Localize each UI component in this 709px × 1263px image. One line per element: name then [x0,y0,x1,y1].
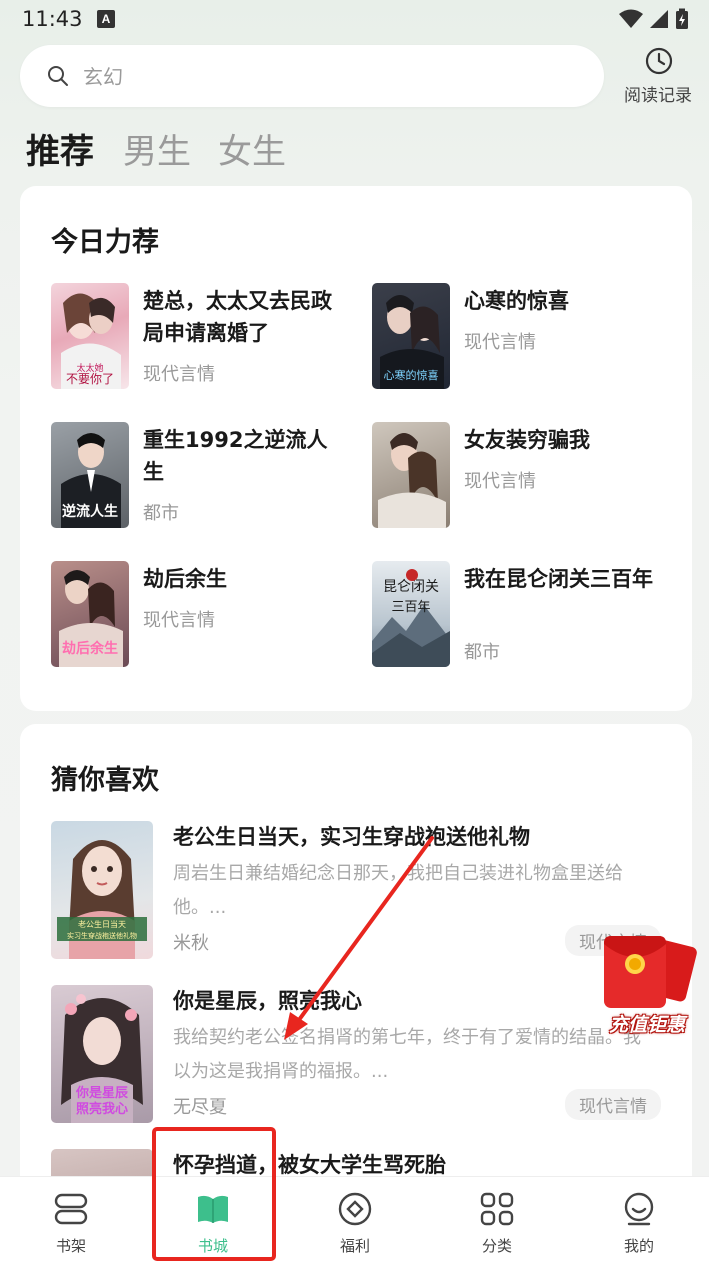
book-genre: 现代言情 [143,610,215,631]
book-cover: 老公生日当天实习生穿战袍送他礼物 [51,821,153,959]
book-cover: 昆仑闭关 三百年 [372,561,450,667]
book-title: 怀孕挡道，被女大学生骂死胎 [173,1153,446,1177]
reading-history-label: 阅读记录 [624,86,692,106]
book-title: 心寒的惊喜 [464,289,569,313]
search-placeholder: 玄幻 [83,65,123,89]
list-item[interactable]: 老公生日当天实习生穿战袍送他礼物 老公生日当天，实习生穿战袍送他礼物 周岩生日兼… [51,821,661,961]
book-author: 无尽夏 [173,1097,227,1118]
book-cover [372,422,450,528]
book-item[interactable]: 心寒的惊喜 心寒的惊喜 现代言情 [372,283,672,391]
book-genre: 现代言情 [143,364,215,385]
book-title: 女友装穷骗我 [464,428,590,452]
svg-text:老公生日当天: 老公生日当天 [78,919,126,929]
book-item[interactable]: 昆仑闭关三百年 我在昆仑闭关三百年 都市 [372,561,672,669]
battery-icon [676,8,688,29]
nav-label: 书架 [55,1237,86,1255]
book-item[interactable]: 劫后余生 劫后余生 现代言情 [51,561,351,669]
guess-title: 猜你喜欢 [51,765,159,796]
book-cover: 逆流人生 [51,422,129,528]
svg-text:昆仑闭关: 昆仑闭关 [383,579,439,595]
svg-text:你是星辰: 你是星辰 [75,1085,129,1101]
recharge-promo-button[interactable]: 充值钜惠 [592,930,700,1038]
book-title: 劫后余生 [143,567,227,591]
book-open-icon [198,1195,228,1223]
nav-welfare[interactable]: 福利 [284,1177,426,1263]
signal-icon [650,10,668,28]
nav-label: 书城 [197,1237,228,1255]
nav-label: 我的 [623,1237,654,1255]
nav-category[interactable]: 分类 [426,1177,568,1263]
tab-female[interactable]: 女生 [218,124,286,173]
nav-mine[interactable]: 我的 [568,1177,709,1263]
book-description: 我给契约老公签名捐肾的第七年，终于有了爱情的结晶。我以为这是我捐肾的福报。... [173,1027,641,1082]
svg-text:心寒的惊喜: 心寒的惊喜 [384,368,439,382]
status-icons [619,8,689,30]
book-cover: 心寒的惊喜 [372,283,450,389]
book-title: 我在昆仑闭关三百年 [464,567,653,591]
book-item[interactable]: 逆流人生 重生1992之逆流人生 都市 [51,422,351,530]
nav-label: 福利 [339,1237,370,1255]
search-input[interactable]: 玄幻 [20,45,604,107]
diamond-icon [338,1192,372,1226]
book-genre: 都市 [464,642,500,663]
svg-text:逆流人生: 逆流人生 [62,503,118,520]
status-time: 11:43 [22,7,83,31]
recommend-card: 今日力荐 太太她 不要你了 楚总，太太又去民政局申请离婚了 现代言情 心寒的惊喜 … [20,186,692,711]
book-genre: 都市 [143,503,179,524]
nav-bookshelf[interactable]: 书架 [0,1177,142,1263]
book-title: 重生1992之逆流人生 [143,428,328,484]
book-title: 你是星辰，照亮我心 [173,989,362,1013]
book-title: 楚总，太太又去民政局申请离婚了 [143,289,332,345]
list-item[interactable]: 你是星辰 照亮我心 你是星辰，照亮我心 我给契约老公签名捐肾的第七年，终于有了爱情… [51,985,661,1125]
book-title: 老公生日当天，实习生穿战袍送他礼物 [173,825,530,849]
book-cover: 你是星辰 照亮我心 [51,985,153,1123]
search-icon [48,66,68,86]
genre-tag: 现代言情 [565,1089,661,1120]
nav-bookstore[interactable]: 书城 [142,1177,284,1263]
book-cover: 太太她 不要你了 [51,283,129,389]
grid-icon [480,1192,514,1226]
book-author: 米秋 [173,933,209,954]
book-item[interactable]: 女友装穷骗我 现代言情 [372,422,672,530]
svg-text:劫后余生: 劫后余生 [62,640,118,657]
svg-text:照亮我心: 照亮我心 [76,1101,128,1117]
wifi-icon [619,9,643,28]
nav-label: 分类 [481,1237,512,1255]
tab-male[interactable]: 男生 [123,124,191,173]
svg-text:实习生穿战袍送他礼物: 实习生穿战袍送他礼物 [67,931,137,940]
book-item[interactable]: 太太她 不要你了 楚总，太太又去民政局申请离婚了 现代言情 [51,283,351,391]
book-cover: 劫后余生 [51,561,129,667]
book-genre: 现代言情 [464,471,536,492]
reading-history-button[interactable]: 阅读记录 [618,46,698,106]
status-bar: 11:43 A [0,0,709,40]
svg-text:三百年: 三百年 [391,600,430,615]
recharge-promo-label: 充值钜惠 [608,1014,685,1036]
recommend-title: 今日力荐 [51,227,159,258]
tab-recommend[interactable]: 推荐 [26,124,94,173]
svg-text:不要你了: 不要你了 [66,372,114,386]
bottom-nav: 书架 书城 福利 分类 我的 [0,1176,709,1263]
smile-icon [624,1192,654,1226]
bookshelf-icon [54,1193,88,1225]
book-description: 周岩生日兼结婚纪念日那天，我把自己装进礼物盒里送给他。... [173,863,623,918]
clock-icon [645,47,673,75]
book-genre: 现代言情 [464,332,536,353]
notification-icon: A [97,10,115,28]
